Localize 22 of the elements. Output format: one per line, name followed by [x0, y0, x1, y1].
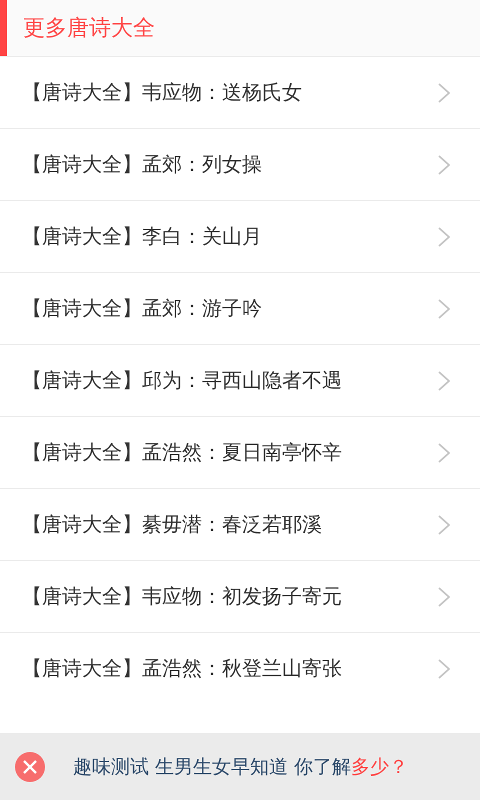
list-item[interactable]: 【唐诗大全】綦毋潜：春泛若耶溪: [0, 488, 480, 560]
list-item[interactable]: 【唐诗大全】孟郊：列女操: [0, 128, 480, 200]
ad-banner[interactable]: 趣味测试 生男生女早知道 你了解多少？: [0, 733, 480, 800]
chevron-right-icon: [438, 298, 450, 318]
list-item[interactable]: 【唐诗大全】韦应物：送杨氏女: [0, 56, 480, 128]
list-item[interactable]: 【唐诗大全】李白：关山月: [0, 200, 480, 272]
chevron-right-icon: [438, 514, 450, 534]
chevron-right-icon: [438, 586, 450, 606]
chevron-right-icon: [438, 370, 450, 390]
section-title: 更多唐诗大全: [23, 15, 155, 43]
chevron-right-icon: [438, 442, 450, 462]
chevron-right-icon: [438, 226, 450, 246]
list-item[interactable]: 【唐诗大全】孟郊：游子吟: [0, 272, 480, 344]
list-item[interactable]: 【唐诗大全】邱为：寻西山隐者不遇: [0, 344, 480, 416]
chevron-right-icon: [438, 154, 450, 174]
list-item[interactable]: 【唐诗大全】孟浩然：夏日南亭怀辛: [0, 416, 480, 488]
chevron-right-icon: [438, 82, 450, 102]
close-icon[interactable]: [15, 752, 45, 782]
list-item[interactable]: 【唐诗大全】韦应物：初发扬子寄元: [0, 560, 480, 632]
chevron-right-icon: [438, 658, 450, 678]
ad-text: 趣味测试 生男生女早知道 你了解多少？: [73, 754, 408, 780]
list-item[interactable]: 【唐诗大全】孟浩然：秋登兰山寄张: [0, 632, 480, 704]
